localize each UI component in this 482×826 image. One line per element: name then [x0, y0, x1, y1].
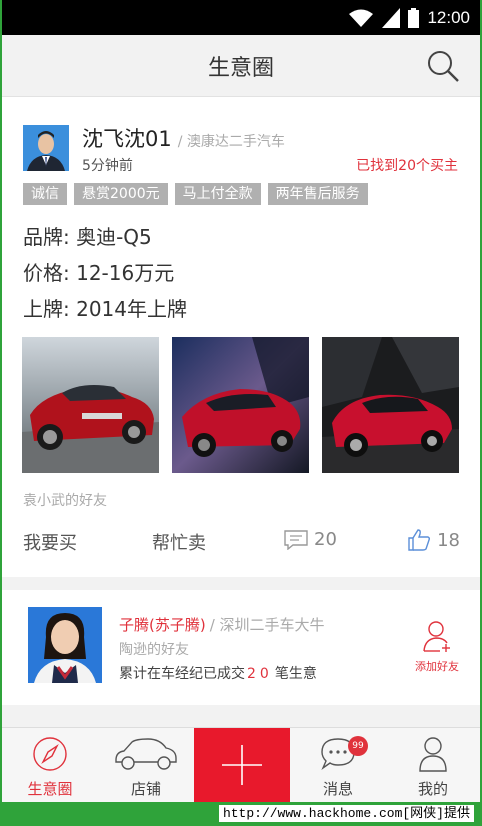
tab-label: 我的: [417, 780, 448, 798]
suggestion-name[interactable]: 子腾(苏子腾) / 深圳二手车大牛: [119, 614, 325, 635]
watermark-bar: http://www.hackhome.com[网侠]提供: [0, 802, 482, 826]
friend-of: 陶逊的好友: [119, 642, 189, 658]
poster-company: / 澳康达二手汽车: [177, 134, 285, 150]
like-button[interactable]: 18: [407, 529, 460, 551]
deals-prefix: 累计在车经纪已成交: [119, 666, 245, 682]
car-price: 价格: 12-16万元: [23, 261, 175, 285]
like-count: 18: [437, 529, 460, 551]
car-photo[interactable]: [172, 337, 309, 473]
help-sell-button[interactable]: 帮忙卖: [152, 529, 206, 555]
plus-icon: [222, 745, 262, 785]
tab-business-circle[interactable]: 生意圈: [2, 728, 98, 802]
signal-icon: [382, 8, 401, 28]
post-time: 5分钟前: [82, 158, 133, 174]
wifi-icon: [349, 9, 374, 27]
tab-me[interactable]: 我的: [386, 728, 480, 802]
page-title: 生意圈: [207, 56, 274, 81]
add-friend-button[interactable]: 添加好友: [412, 620, 462, 674]
add-post-button[interactable]: [194, 728, 290, 802]
poster-name[interactable]: 沈飞沈01 / 澳康达二手汽车: [82, 123, 285, 153]
deals-suffix: 笔生意: [274, 666, 317, 682]
want-to-buy-button[interactable]: 我要买: [23, 529, 77, 555]
tag: 两年售后服务: [267, 183, 368, 205]
compass-icon: [33, 737, 67, 771]
tag: 诚信: [23, 183, 67, 205]
search-icon[interactable]: [426, 49, 460, 83]
battery-icon: [408, 8, 420, 28]
tab-label: 店铺: [130, 780, 161, 798]
car-icon: [115, 738, 177, 770]
friend-of: 袁小武的好友: [23, 493, 107, 509]
phone-screen: 12:00 生意圈 沈飞沈01 / 澳康达二手汽车 5分钟前 已找到20个买主 诚…: [2, 0, 480, 802]
post-actions: 我要买 帮忙卖 20 18: [2, 525, 480, 555]
comment-count: 20: [314, 529, 337, 550]
comment-icon: [284, 529, 308, 550]
suggestion-name-text: 子腾(苏子腾): [119, 616, 206, 634]
tab-label: 生意圈: [27, 780, 73, 798]
tag: 悬赏2000元: [74, 183, 168, 205]
car-brand: 品牌: 奥迪-Q5: [23, 225, 152, 249]
comment-button[interactable]: 20: [284, 529, 337, 550]
poster-name-text: 沈飞沈01: [82, 127, 172, 151]
tag: 马上付全款: [174, 183, 261, 205]
car-photo[interactable]: [22, 337, 159, 473]
suggestion-company: / 深圳二手车大牛: [209, 616, 325, 634]
avatar[interactable]: [28, 607, 102, 683]
thumbs-up-icon: [408, 529, 431, 551]
status-time: 12:00: [427, 8, 470, 27]
title-bar: 生意圈: [2, 35, 480, 97]
tab-messages[interactable]: 99 消息: [290, 728, 386, 802]
unread-badge: 99: [348, 736, 368, 756]
tab-label: 消息: [322, 780, 353, 798]
watermark-text: http://www.hackhome.com[网侠]提供: [218, 805, 474, 822]
buyers-found: 已找到20个买主: [356, 158, 458, 174]
car-photo[interactable]: [322, 337, 459, 473]
person-icon: [419, 737, 447, 772]
tab-store[interactable]: 店铺: [98, 728, 194, 802]
bottom-tab-bar: 生意圈 店铺 99 消息 我的: [2, 727, 480, 802]
deals-count: 20: [247, 666, 273, 682]
car-plated: 上牌: 2014年上牌: [23, 297, 187, 321]
friend-suggestion-card[interactable]: 子腾(苏子腾) / 深圳二手车大牛 陶逊的好友 累计在车经纪已成交 20 笔生意 添加…: [2, 590, 480, 705]
add-user-icon: [423, 621, 450, 652]
post-card[interactable]: 沈飞沈01 / 澳康达二手汽车 5分钟前 已找到20个买主 诚信 悬赏2000元 …: [2, 97, 480, 577]
status-bar: 12:00: [2, 0, 480, 35]
avatar[interactable]: [23, 125, 69, 171]
tag-list: 诚信 悬赏2000元 马上付全款 两年售后服务: [23, 183, 368, 205]
photo-gallery: [22, 337, 459, 473]
deals-summary: 累计在车经纪已成交 20 笔生意: [119, 663, 317, 683]
add-friend-label: 添加好友: [415, 660, 459, 673]
